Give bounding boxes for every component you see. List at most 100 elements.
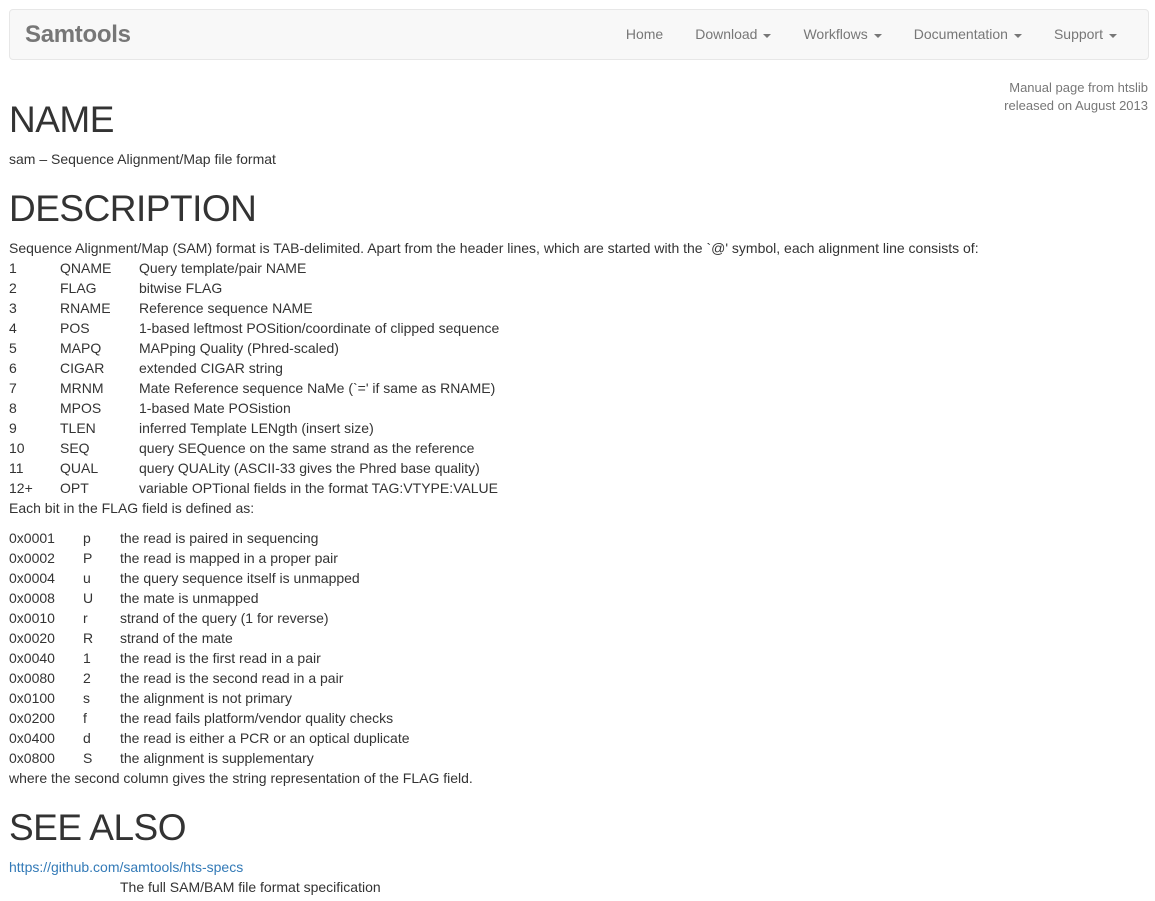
field-name: QNAME [60, 260, 112, 276]
field-name: MPOS [60, 400, 102, 416]
flag-hex-value: 0x0004 [9, 570, 55, 586]
flag-char: 1 [83, 650, 91, 666]
field-column-number: 9 [9, 420, 17, 436]
field-description: extended CIGAR string [139, 360, 283, 376]
nav-item-label: Download [695, 26, 758, 42]
see-also-link-description: The full SAM/BAM file format specificati… [120, 879, 381, 895]
field-column-number: 1 [9, 260, 17, 276]
nav-item-download[interactable]: Download [679, 10, 787, 59]
flag-hex-value: 0x0100 [9, 690, 55, 706]
field-name: OPT [60, 480, 89, 496]
nav-item-label: Documentation [913, 26, 1008, 42]
field-description: 1-based leftmost POSition/coordinate of … [139, 320, 500, 336]
flag-hex-value: 0x0001 [9, 530, 55, 546]
flag-hex-value: 0x0400 [9, 730, 55, 746]
field-column-number: 3 [9, 300, 17, 316]
release-date: released on August 2013 [1004, 98, 1148, 113]
field-name: MRNM [60, 380, 104, 396]
flag-description: the read fails platform/vendor quality c… [120, 710, 394, 726]
field-name: RNAME [60, 300, 111, 316]
flag-description: the query sequence itself is unmapped [120, 570, 360, 586]
field-description: 1-based Mate POSistion [139, 400, 291, 416]
flag-description: the mate is unmapped [120, 590, 259, 606]
flag-hex-value: 0x0020 [9, 630, 55, 646]
description-heading: DESCRIPTION [9, 188, 257, 229]
field-column-number: 2 [9, 280, 17, 296]
field-name: TLEN [60, 420, 96, 436]
field-description: Mate Reference sequence NaMe (`=' if sam… [139, 380, 496, 396]
field-description: query SEQuence on the same strand as the… [139, 440, 475, 456]
hts-specs-link[interactable]: https://github.com/samtools/hts-specs [9, 859, 243, 875]
nav-item-label: Workflows [803, 26, 868, 42]
flag-char: r [83, 610, 88, 626]
caret-down-icon [1013, 33, 1022, 38]
caret-down-icon [1109, 33, 1117, 38]
flag-description: strand of the mate [120, 630, 233, 646]
release-info: Manual page from htslib released on Augu… [1004, 79, 1148, 115]
flag-description: strand of the query (1 for reverse) [120, 610, 329, 626]
field-description: Query template/pair NAME [139, 260, 307, 276]
flag-description: the read is mapped in a proper pair [120, 550, 338, 566]
field-name: FLAG [60, 280, 97, 296]
field-name: QUAL [60, 460, 99, 476]
field-description: inferred Template LENgth (insert size) [139, 420, 374, 436]
flag-hex-value: 0x0080 [9, 670, 55, 686]
flag-description: the read is paired in sequencing [120, 530, 319, 546]
flag-description: the read is either a PCR or an optical d… [120, 730, 410, 746]
field-column-number: 6 [9, 360, 17, 376]
nav-item-label: Home [625, 26, 664, 42]
flag-char: S [83, 750, 93, 766]
flag-description: the read is the first read in a pair [120, 650, 321, 666]
flag-char: d [83, 730, 91, 746]
caret-down-icon [873, 33, 882, 38]
flag-intro: Each bit in the FLAG field is defined as… [9, 500, 255, 516]
field-column-number: 4 [9, 320, 17, 336]
field-column-number: 10 [9, 440, 25, 456]
name-text: sam – Sequence Alignment/Map file format [9, 151, 276, 167]
field-column-number: 5 [9, 340, 17, 356]
brand-logo[interactable]: Samtools [25, 10, 131, 59]
field-column-number: 12+ [9, 480, 33, 496]
field-name: CIGAR [60, 360, 105, 376]
field-name: SEQ [60, 440, 90, 456]
field-description: query QUALity (ASCII-33 gives the Phred … [139, 460, 480, 476]
nav-item-support[interactable]: Support [1038, 10, 1133, 59]
field-column-number: 11 [9, 460, 24, 476]
name-heading: NAME [9, 99, 114, 140]
flag-hex-value: 0x0002 [9, 550, 55, 566]
flag-char: u [83, 570, 91, 586]
flag-outro: where the second column gives the string… [9, 770, 473, 786]
flag-char: f [83, 710, 87, 726]
nav-menu: Home Download Workflows Documentation Su… [610, 10, 1133, 59]
field-column-number: 8 [9, 400, 17, 416]
flag-char: p [83, 530, 91, 546]
flag-char: 2 [83, 670, 91, 686]
field-name: MAPQ [60, 340, 102, 356]
field-description: Reference sequence NAME [139, 300, 313, 316]
flag-char: U [83, 590, 94, 606]
field-column-number: 7 [9, 380, 17, 396]
flag-char: P [83, 550, 93, 566]
caret-down-icon [763, 33, 772, 38]
nav-item-home[interactable]: Home [610, 10, 679, 59]
field-description: variable OPTional fields in the format T… [139, 480, 498, 496]
field-name: POS [60, 320, 90, 336]
flag-hex-value: 0x0040 [9, 650, 55, 666]
flag-hex-value: 0x0010 [9, 610, 55, 626]
field-description: MAPping Quality (Phred-scaled) [139, 340, 339, 356]
description-intro: Sequence Alignment/Map (SAM) format is T… [9, 240, 979, 256]
field-description: bitwise FLAG [139, 280, 223, 296]
see-also-heading: SEE ALSO [9, 807, 187, 848]
nav-item-label: Support [1053, 26, 1103, 42]
nav-item-workflows[interactable]: Workflows [787, 10, 897, 59]
flag-description: the alignment is supplementary [120, 750, 314, 766]
flag-hex-value: 0x0200 [9, 710, 55, 726]
flag-char: R [83, 630, 94, 646]
nav-item-documentation[interactable]: Documentation [898, 10, 1038, 59]
flag-char: s [83, 690, 90, 706]
flag-description: the read is the second read in a pair [120, 670, 344, 686]
flag-description: the alignment is not primary [120, 690, 292, 706]
navbar: Samtools Home Download Workflows Documen… [9, 9, 1149, 60]
release-source: Manual page from htslib [1009, 80, 1148, 95]
flag-hex-value: 0x0008 [9, 590, 55, 606]
